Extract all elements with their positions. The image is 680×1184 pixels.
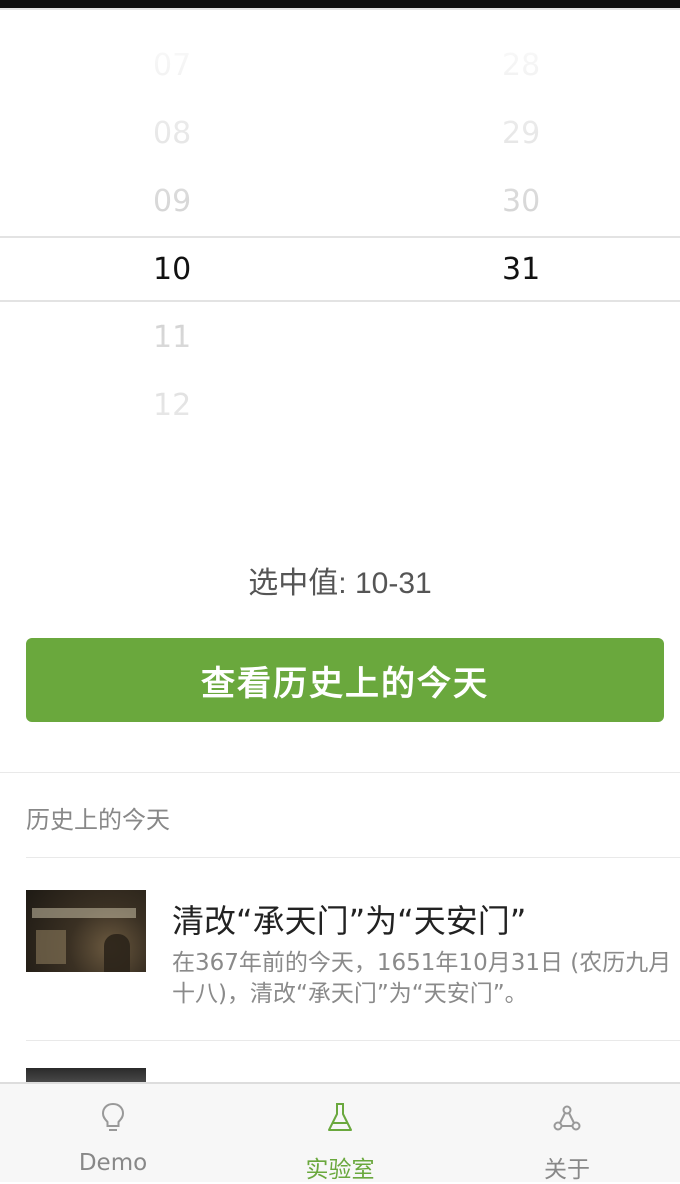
picker-day-item-selected[interactable]: 31 <box>340 236 680 304</box>
picker-day-column[interactable]: 28 29 30 31 <box>340 32 680 304</box>
event-divider <box>26 1040 680 1041</box>
tab-label: Demo <box>78 1150 148 1176</box>
picker-day-item[interactable]: 30 <box>340 168 680 236</box>
picker-month-item[interactable]: 07 <box>0 32 340 100</box>
view-history-today-button[interactable]: 查看历史上的今天 <box>26 638 664 722</box>
event-thumbnail <box>26 890 146 972</box>
picker-day-item[interactable]: 28 <box>340 32 680 100</box>
picker-month-item[interactable]: 12 <box>0 372 340 440</box>
picker-month-item-selected[interactable]: 10 <box>0 236 340 304</box>
event-title: 清改“承天门”为“天安门” <box>172 902 527 940</box>
tab-label: 关于 <box>544 1157 590 1183</box>
section-divider <box>0 772 680 773</box>
picker-day-item[interactable]: 29 <box>340 100 680 168</box>
flask-icon <box>227 1102 453 1134</box>
tab-label: 实验室 <box>305 1157 375 1183</box>
picker-month-item[interactable]: 09 <box>0 168 340 236</box>
tab-lab[interactable]: 实验室 <box>227 1084 453 1184</box>
picker-month-column[interactable]: 07 08 09 10 11 12 <box>0 32 340 440</box>
status-bar <box>0 0 680 8</box>
nodes-icon <box>454 1102 680 1134</box>
picker-month-item[interactable]: 11 <box>0 304 340 372</box>
tab-demo[interactable]: Demo <box>0 1084 226 1184</box>
section-title: 历史上的今天 <box>26 806 170 834</box>
date-picker[interactable]: 07 08 09 10 11 12 28 29 30 31 <box>0 10 680 510</box>
tab-about[interactable]: 关于 <box>454 1084 680 1184</box>
selected-value-text: 选中值: 10-31 <box>248 567 432 600</box>
picker-month-item[interactable]: 08 <box>0 100 340 168</box>
event-description: 在367年前的今天，1651年10月31日 (农历九月十八)，清改“承天门”为“… <box>172 950 672 1007</box>
event-list-item[interactable]: 清改“承天门”为“天安门” 在367年前的今天，1651年10月31日 (农历九… <box>26 858 680 1040</box>
lightbulb-icon <box>0 1102 226 1134</box>
tab-bar: Demo 实验室 关于 <box>0 1082 680 1184</box>
